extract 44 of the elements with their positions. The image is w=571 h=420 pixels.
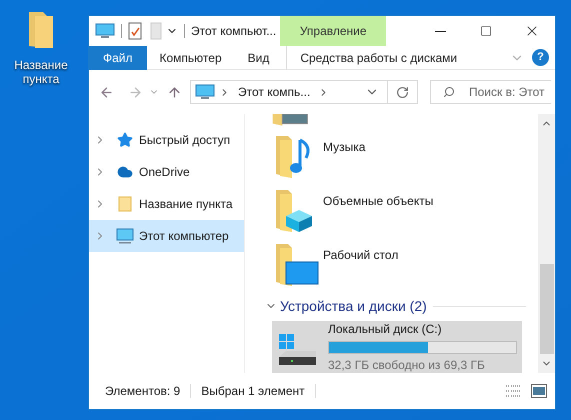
- nav-item[interactable]: Этот компьютер: [89, 220, 244, 252]
- group-header[interactable]: Устройства и диски (2): [280, 296, 427, 317]
- details-view-icon[interactable]: [505, 384, 521, 398]
- folder-icon[interactable]: [27, 10, 55, 50]
- ribbon-tab[interactable]: Вид: [234, 46, 282, 70]
- refresh-icon[interactable]: [396, 86, 409, 98]
- windows-drive-icon: [278, 332, 318, 367]
- computer-icon: [116, 228, 134, 244]
- breadcrumb-path[interactable]: Этот компь...: [238, 83, 310, 101]
- star-icon: [117, 132, 133, 148]
- drive-tile[interactable]: Локальный диск (C:) 32,3 ГБ свободно из 69,3 ГБ: [272, 320, 522, 373]
- folder-icon: [118, 196, 132, 212]
- ribbon-tab[interactable]: Файл: [89, 46, 147, 70]
- up-icon[interactable]: [167, 84, 182, 100]
- minimize-icon: [434, 30, 446, 32]
- selection-status: Выбран 1 элемент: [201, 383, 305, 400]
- maximize-icon: [480, 25, 492, 37]
- scrollbar-thumb[interactable]: [540, 264, 554, 354]
- help-icon[interactable]: ?: [532, 49, 549, 66]
- forward-icon[interactable]: [128, 84, 143, 100]
- properties-icon[interactable]: [128, 22, 142, 40]
- folder-item[interactable]: Музыка: [265, 126, 534, 180]
- nav-item[interactable]: Быстрый доступ: [89, 124, 244, 156]
- back-icon[interactable]: [99, 84, 114, 100]
- desktop-icon-label[interactable]: Название пункта: [6, 58, 76, 86]
- context-tab-header: Управление: [280, 16, 386, 46]
- drive-free-space: 32,3 ГБ свободно из 69,3 ГБ: [328, 356, 486, 373]
- search-field[interactable]: Поиск в: Этот: [430, 80, 551, 104]
- nav-item[interactable]: OneDrive: [89, 156, 244, 188]
- ribbon-tab[interactable]: Компьютер: [146, 46, 235, 70]
- item-count: Элементов: 9: [105, 383, 180, 400]
- cloud-icon: [117, 164, 133, 180]
- search-icon: [443, 86, 455, 98]
- large-icons-view-icon[interactable]: [531, 384, 547, 398]
- computer-icon: [95, 23, 115, 39]
- folder-item[interactable]: Рабочий стол: [265, 234, 534, 288]
- ribbon-tab[interactable]: Средства работы с дисками: [286, 46, 470, 70]
- scrollbar[interactable]: [538, 114, 555, 373]
- address-field[interactable]: Этот компь...: [190, 80, 418, 104]
- drive-name: Локальный диск (C:): [328, 320, 443, 338]
- nav-item[interactable]: Название пункта: [89, 188, 244, 220]
- folder-item[interactable]: Объемные объекты: [265, 180, 534, 234]
- window-title: Этот компьют...: [191, 23, 276, 40]
- computer-icon: [195, 84, 215, 100]
